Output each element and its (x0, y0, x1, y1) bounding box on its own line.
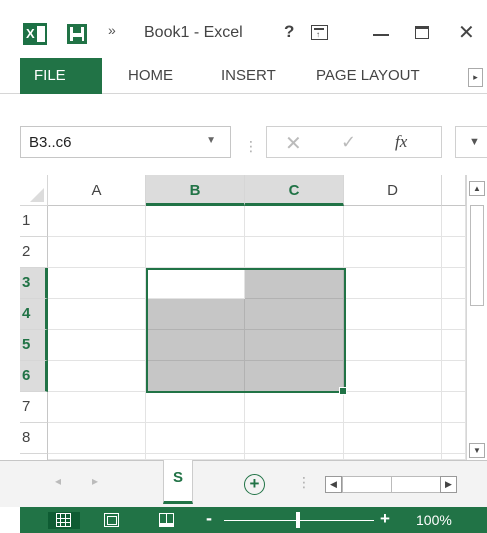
ribbon-scroll-right-icon[interactable]: ▸ (468, 68, 483, 87)
cell-b1[interactable] (146, 206, 245, 237)
tab-home[interactable]: HOME (128, 58, 173, 94)
next-sheet-icon[interactable]: ▸ (92, 474, 98, 488)
minimize-icon[interactable] (373, 34, 389, 36)
cell-c1[interactable] (245, 206, 344, 237)
ribbon-tabs: FILE HOME INSERT PAGE LAYOUT ▸ (0, 58, 487, 94)
cell-a3[interactable] (48, 268, 146, 299)
row-header-3[interactable]: 3 (20, 268, 48, 299)
horizontal-scroll-track[interactable] (392, 476, 440, 493)
page-layout-view-icon[interactable] (96, 512, 128, 529)
tab-insert[interactable]: INSERT (221, 58, 276, 94)
cell-e4[interactable] (442, 299, 466, 330)
cell-b7[interactable] (146, 392, 245, 423)
row-header-6[interactable]: 6 (20, 361, 48, 392)
page-break-preview-icon[interactable] (151, 512, 183, 529)
ribbon-display-options-icon[interactable]: ↑ (311, 25, 328, 40)
cell-c8[interactable] (245, 423, 344, 454)
zoom-out-button[interactable]: - (206, 508, 212, 529)
column-header-d[interactable]: D (344, 175, 442, 206)
help-icon[interactable]: ? (284, 22, 294, 42)
formula-buttons: ✕ ✓ fx (266, 126, 442, 158)
maximize-icon[interactable] (415, 26, 429, 39)
zoom-level[interactable]: 100% (416, 512, 452, 528)
cell-d1[interactable] (344, 206, 442, 237)
expand-formula-bar-icon[interactable]: ▼ (455, 126, 487, 158)
selection-border (146, 268, 346, 393)
cell-b8[interactable] (146, 423, 245, 454)
scroll-up-icon[interactable]: ▲ (469, 181, 485, 196)
close-icon[interactable]: ✕ (458, 20, 475, 45)
normal-view-icon[interactable] (48, 512, 80, 529)
row-header-2[interactable]: 2 (20, 237, 48, 268)
cell-d2[interactable] (344, 237, 442, 268)
window-title: Book1 - Excel (144, 24, 243, 41)
select-all-corner[interactable] (20, 175, 48, 206)
name-box[interactable]: B3..c6 ▼ (20, 126, 231, 158)
save-icon[interactable] (67, 24, 87, 44)
name-box-value: B3..c6 (29, 134, 72, 151)
tab-file[interactable]: FILE (20, 58, 102, 94)
cell-a4[interactable] (48, 299, 146, 330)
cell-d5[interactable] (344, 330, 442, 361)
cell-e6[interactable] (442, 361, 466, 392)
cell-b2[interactable] (146, 237, 245, 268)
column-header-e-partial[interactable] (442, 175, 466, 206)
column-header-a[interactable]: A (48, 175, 146, 206)
cell-d3[interactable] (344, 268, 442, 299)
cell-d7[interactable] (344, 392, 442, 423)
cell-e2[interactable] (442, 237, 466, 268)
insert-function-icon[interactable]: fx (395, 132, 407, 152)
status-bar: - + 100% (20, 507, 487, 533)
vertical-scrollbar[interactable]: ▲ ▼ (466, 175, 487, 460)
cell-a6[interactable] (48, 361, 146, 392)
cancel-icon[interactable]: ✕ (285, 131, 302, 156)
cell-a5[interactable] (48, 330, 146, 361)
fill-handle[interactable] (339, 387, 347, 395)
title-bar: X » Book1 - Excel ? ↑ ✕ (0, 0, 487, 58)
row-header-5[interactable]: 5 (20, 330, 48, 361)
sheet-bar-separator: ⋮ (297, 474, 311, 490)
row-header-4[interactable]: 4 (20, 299, 48, 330)
cell-e5[interactable] (442, 330, 466, 361)
previous-sheet-icon[interactable]: ◂ (55, 474, 61, 488)
row-header-1[interactable]: 1 (20, 206, 48, 237)
zoom-slider-thumb[interactable] (296, 512, 300, 528)
column-header-b[interactable]: B (146, 175, 245, 206)
cell-e1[interactable] (442, 206, 466, 237)
cell-e8[interactable] (442, 423, 466, 454)
sheet-tab[interactable]: S (163, 460, 193, 504)
column-header-c[interactable]: C (245, 175, 344, 206)
cell-a7[interactable] (48, 392, 146, 423)
scroll-right-icon[interactable]: ▶ (440, 476, 457, 493)
row-header-8[interactable]: 8 (20, 423, 48, 454)
vertical-scroll-thumb[interactable] (470, 205, 484, 306)
chevron-down-icon[interactable]: ▼ (206, 135, 216, 146)
cell-e3[interactable] (442, 268, 466, 299)
row-header-7[interactable]: 7 (20, 392, 48, 423)
enter-icon[interactable]: ✓ (341, 132, 356, 153)
excel-logo-icon[interactable]: X (23, 23, 47, 45)
cell-d8[interactable] (344, 423, 442, 454)
formula-bar-separator: ⋮ (244, 138, 258, 154)
scroll-down-icon[interactable]: ▼ (469, 443, 485, 458)
tab-page-layout[interactable]: PAGE LAYOUT (316, 58, 420, 94)
cell-e7[interactable] (442, 392, 466, 423)
cell-a2[interactable] (48, 237, 146, 268)
cell-c2[interactable] (245, 237, 344, 268)
quick-access-more-icon[interactable]: » (108, 22, 116, 38)
new-sheet-icon[interactable]: + (244, 474, 265, 495)
cell-a1[interactable] (48, 206, 146, 237)
cell-d4[interactable] (344, 299, 442, 330)
horizontal-scroll-thumb[interactable] (342, 476, 392, 493)
scroll-left-icon[interactable]: ◀ (325, 476, 342, 493)
cell-c7[interactable] (245, 392, 344, 423)
cell-a8[interactable] (48, 423, 146, 454)
zoom-in-button[interactable]: + (380, 509, 390, 529)
cell-d6[interactable] (344, 361, 442, 392)
